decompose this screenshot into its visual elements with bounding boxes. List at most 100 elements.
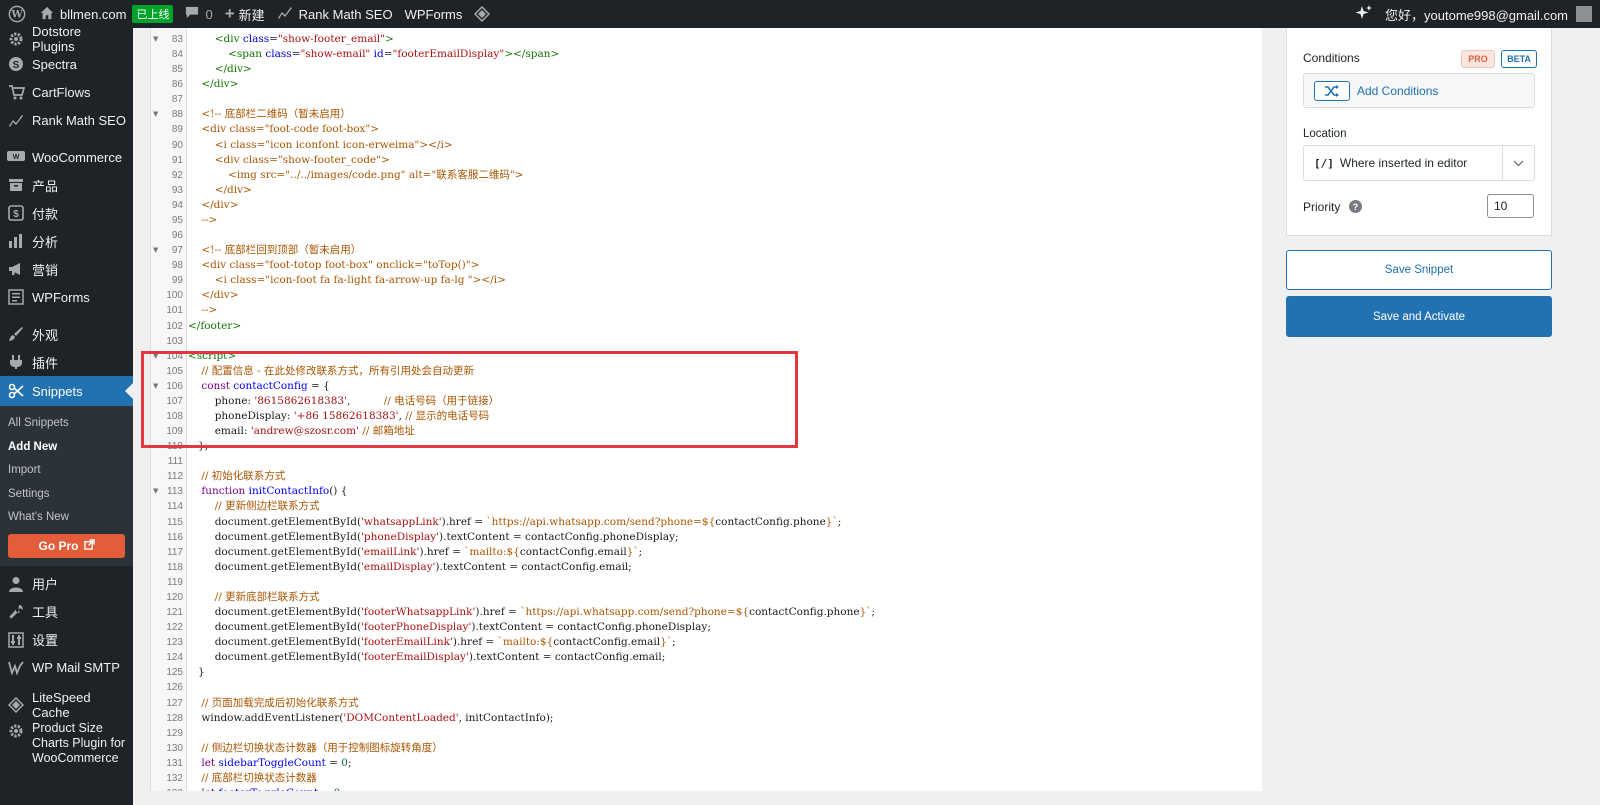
sidebar-item-dotstore[interactable]: Dotstore Plugins (0, 24, 133, 54)
code-line[interactable]: 105 // 配置信息 - 在此处修改联系方式，所有引用处会自动更新 (151, 364, 1262, 379)
code-line[interactable]: 124 document.getElementById('footerEmail… (151, 650, 1262, 665)
fold-arrow-icon[interactable]: ▼ (153, 349, 158, 364)
add-conditions-link[interactable]: Add Conditions (1357, 84, 1438, 98)
sidebar-item-cartflows[interactable]: CartFlows (0, 78, 133, 106)
code-line[interactable]: 93 </div> (151, 183, 1262, 198)
code-line[interactable]: 102 </footer> (151, 319, 1262, 334)
chevron-down-icon[interactable] (1502, 146, 1534, 180)
fold-arrow-icon[interactable]: ▼ (153, 32, 158, 47)
code-line[interactable]: 103 (151, 334, 1262, 349)
submenu-import[interactable]: Import (0, 459, 133, 483)
sidebar-item-spectra[interactable]: S Spectra (0, 50, 133, 78)
comments-link[interactable]: 0 (179, 0, 218, 28)
rankmath-link[interactable]: Rank Math SEO (271, 0, 399, 28)
fold-arrow-icon[interactable]: ▼ (153, 107, 158, 122)
save-snippet-button[interactable]: Save Snippet (1286, 250, 1552, 290)
fold-arrow-icon[interactable]: ▼ (153, 484, 158, 499)
sidebar-item-wp-mail-smtp[interactable]: WP Mail SMTP (0, 654, 133, 682)
code-line[interactable]: 128 window.addEventListener('DOMContentL… (151, 711, 1262, 726)
code-line[interactable]: 96 (151, 228, 1262, 243)
code-line[interactable]: 95 --> (151, 213, 1262, 228)
wordpress-logo-icon[interactable]: W (0, 0, 34, 28)
code-line[interactable]: 115 document.getElementById('whatsappLin… (151, 515, 1262, 530)
code-line[interactable]: 122 document.getElementById('footerPhone… (151, 620, 1262, 635)
submenu-add-new[interactable]: Add New (0, 436, 133, 460)
help-icon[interactable]: ? (1349, 200, 1362, 213)
code-line[interactable]: 91 <div class="show-footer_code"> (151, 153, 1262, 168)
code-line[interactable]: 131 let sidebarToggleCount = 0; (151, 756, 1262, 771)
go-pro-button[interactable]: Go Pro (8, 533, 125, 558)
code-line[interactable]: 130 // 侧边栏切换状态计数器（用于控制图标旋转角度） (151, 741, 1262, 756)
code-line[interactable]: 87 (151, 92, 1262, 107)
code-line[interactable]: 121 document.getElementById('footerWhats… (151, 605, 1262, 620)
sidebar-item-product-size-charts[interactable]: Product Size Charts Plugin for WooCommer… (0, 719, 133, 767)
code-line[interactable]: 99 <i class="icon-foot fa fa-light fa-ar… (151, 273, 1262, 288)
sidebar-item-tools[interactable]: 工具 (0, 598, 133, 626)
code-line[interactable]: 125 } (151, 665, 1262, 680)
code-line[interactable]: 111 (151, 454, 1262, 469)
submenu-settings[interactable]: Settings (0, 483, 133, 507)
code-line[interactable]: 104 ▼ <script> (151, 349, 1262, 364)
sidebar-item-products[interactable]: 产品 (0, 171, 133, 199)
code-line[interactable]: 127 // 页面加载完成后初始化联系方式 (151, 696, 1262, 711)
sidebar-item-plugins[interactable]: 插件 (0, 348, 133, 376)
code-editor[interactable]: 83 ▼ <div class="show-footer_email"> 84 <s… (150, 28, 1262, 791)
code-line[interactable]: 92 <img src="../../images/code.png" alt=… (151, 168, 1262, 183)
code-line[interactable]: 112 // 初始化联系方式 (151, 469, 1262, 484)
location-select[interactable]: [/] Where inserted in editor (1303, 145, 1535, 181)
code-line[interactable]: 118 document.getElementById('emailDispla… (151, 560, 1262, 575)
code-line[interactable]: 101 --> (151, 303, 1262, 318)
code-line[interactable]: 85 </div> (151, 62, 1262, 77)
code-line[interactable]: 83 ▼ <div class="show-footer_email"> (151, 32, 1262, 47)
sidebar-item-marketing[interactable]: 营销 (0, 255, 133, 283)
code-line[interactable]: 126 (151, 680, 1262, 695)
code-line[interactable]: 113 ▼ function initContactInfo() { (151, 484, 1262, 499)
code-line[interactable]: 110 }; (151, 439, 1262, 454)
save-and-activate-button[interactable]: Save and Activate (1286, 296, 1552, 337)
shuffle-icon[interactable] (1314, 80, 1350, 101)
code-line[interactable]: 107 phone: '8615862618383', // 电话号码（用于链接… (151, 394, 1262, 409)
sidebar-item-wpforms[interactable]: WPForms (0, 283, 133, 311)
sidebar-item-users[interactable]: 用户 (0, 570, 133, 598)
avatar[interactable] (1576, 6, 1592, 22)
code-line[interactable]: 123 document.getElementById('footerEmail… (151, 635, 1262, 650)
sidebar-item-analytics[interactable]: 分析 (0, 227, 133, 255)
code-line[interactable]: 133 let footerToggleCount = 0; (151, 786, 1262, 791)
code-line[interactable]: 117 document.getElementById('emailLink')… (151, 545, 1262, 560)
code-line[interactable]: 97 ▼ <!-- 底部栏回到顶部（暂未启用） (151, 243, 1262, 258)
code-line[interactable]: 94 </div> (151, 198, 1262, 213)
new-content-link[interactable]: + 新建 (219, 0, 271, 28)
code-line[interactable]: 108 phoneDisplay: '+86 15862618383', // … (151, 409, 1262, 424)
code-line[interactable]: 132 // 底部栏切换状态计数器 (151, 771, 1262, 786)
sidebar-item-woocommerce[interactable]: W WooCommerce (0, 143, 133, 171)
code-line[interactable]: 120 // 更新底部栏联系方式 (151, 590, 1262, 605)
code-line[interactable]: 109 email: 'andrew@szosr.com' // 邮箱地址 (151, 424, 1262, 439)
code-line[interactable]: 119 (151, 575, 1262, 590)
submenu-whats-new[interactable]: What's New (0, 506, 133, 530)
code-line[interactable]: 86 </div> (151, 77, 1262, 92)
sidebar-item-payments[interactable]: $ 付款 (0, 199, 133, 227)
code-line[interactable]: 89 <div class="foot-code foot-box"> (151, 122, 1262, 137)
sidebar-item-snippets[interactable]: Snippets (0, 376, 133, 406)
fold-arrow-icon[interactable]: ▼ (153, 379, 158, 394)
code-line[interactable]: 129 (151, 726, 1262, 741)
code-line[interactable]: 106 ▼ const contactConfig = { (151, 379, 1262, 394)
ai-sparkle-icon[interactable] (1355, 4, 1373, 25)
wpforms-link[interactable]: WPForms (399, 0, 469, 28)
sidebar-item-rankmath[interactable]: Rank Math SEO (0, 106, 133, 134)
sidebar-item-appearance[interactable]: 外观 (0, 320, 133, 348)
user-greeting[interactable]: 您好，youtome998@gmail.com (1385, 5, 1568, 24)
code-line[interactable]: 88 ▼ <!-- 底部栏二维码（暂未启用） (151, 107, 1262, 122)
code-line[interactable]: 114 // 更新侧边栏联系方式 (151, 499, 1262, 514)
code-line[interactable]: 90 <i class="icon iconfont icon-erweima"… (151, 138, 1262, 153)
fold-arrow-icon[interactable]: ▼ (153, 243, 158, 258)
submenu-all-snippets[interactable]: All Snippets (0, 412, 133, 436)
code-line[interactable]: 84 <span class="show-email" id="footerEm… (151, 47, 1262, 62)
code-line[interactable]: 116 document.getElementById('phoneDispla… (151, 530, 1262, 545)
sidebar-item-litespeed[interactable]: LiteSpeed Cache (0, 690, 133, 720)
sidebar-item-settings[interactable]: 设置 (0, 626, 133, 654)
code-line[interactable]: 100 </div> (151, 288, 1262, 303)
priority-input[interactable]: 10 (1487, 194, 1534, 218)
code-line[interactable]: 98 <div class="foot-totop foot-box" oncl… (151, 258, 1262, 273)
litespeed-icon[interactable] (468, 0, 496, 28)
